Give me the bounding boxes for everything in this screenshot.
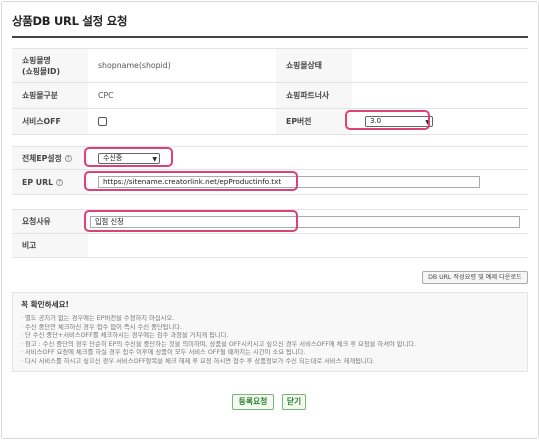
- ep-url-input[interactable]: https://sitename.creatorlink.net/epProdu…: [98, 176, 480, 188]
- notice-item: 수신 중단만 체크하신 경우 접수 없이 즉시 수신 중단됩니다.: [21, 324, 519, 333]
- title-divider: [12, 36, 528, 38]
- notice-list: 별도 공지가 없는 경우에는 EP버전을 수정하지 마십시오. 수신 중단만 체…: [21, 315, 519, 366]
- mall-name-label: 쇼핑몰명 (쇼핑몰ID): [12, 48, 88, 83]
- ep-url-label: EP URL?: [12, 169, 88, 195]
- mall-name-value: shopname(shopid): [88, 48, 276, 83]
- notice-item: 단 수신 중단+서비스OFF를 체크하시는 경우에는 검수 과정을 거치게 됩니…: [21, 332, 519, 341]
- mall-type-value: CPC: [88, 82, 276, 109]
- notice-item: 서비스OFF 요청에 체크를 하실 경우 접수 이후에 상품이 모두 서비스 O…: [21, 349, 519, 358]
- global-ep-select[interactable]: 수신중 ▼: [98, 152, 160, 164]
- chevron-down-icon: ▼: [425, 119, 430, 126]
- ep-version-select[interactable]: 3.0 ▼: [365, 116, 433, 127]
- mall-type-label: 쇼핑몰구분: [12, 82, 88, 109]
- note-label: 비고: [12, 233, 88, 258]
- partner-label: 쇼핑파트너사: [276, 82, 352, 109]
- global-ep-selected: 수신중: [103, 153, 123, 162]
- ep-settings-table: 전체EP설정? 수신중 ▼ EP URL? https://sitename.c…: [12, 146, 528, 195]
- help-icon[interactable]: ?: [56, 178, 64, 186]
- help-icon[interactable]: ?: [64, 154, 72, 162]
- close-button[interactable]: 닫기: [282, 394, 306, 410]
- notice-item: 다시 서비스를 하시고 싶으신 경우 서비스OFF항목을 체크 해제 후 요청 …: [21, 358, 519, 367]
- reason-input[interactable]: 입점 신청: [90, 215, 520, 228]
- note-field[interactable]: [88, 233, 528, 258]
- global-ep-label: 전체EP설정?: [12, 146, 88, 170]
- service-off-checkbox[interactable]: [98, 117, 107, 127]
- chevron-down-icon: ▼: [152, 155, 157, 163]
- notice-box: 꼭 확인하세요! 별도 공지가 없는 경우에는 EP버전을 수정하지 마십시오.…: [12, 292, 528, 372]
- submit-request-button[interactable]: 등록요청: [232, 394, 274, 410]
- page-title: 상품DB URL 설정 요청: [12, 14, 128, 28]
- ep-version-selected: 3.0: [370, 117, 382, 125]
- reason-label: 요청사유: [12, 209, 88, 234]
- notice-item: 참고 : 수신 중단의 경우 단순히 EP의 수신을 중단하는 것을 의미하며,…: [21, 341, 519, 350]
- shop-info-table: 쇼핑몰명 (쇼핑몰ID) shopname(shopid) 쇼핑몰상태 쇼핑몰구…: [12, 48, 528, 135]
- mall-status-value: [352, 48, 528, 83]
- notice-title: 꼭 확인하세요!: [21, 300, 70, 309]
- ep-version-label: EP버전: [276, 108, 352, 135]
- service-off-label: 서비스OFF: [12, 108, 88, 135]
- request-table: 요청사유 입점 신청 비고: [12, 209, 528, 258]
- partner-value: [352, 82, 528, 109]
- notice-item: 별도 공지가 없는 경우에는 EP버전을 수정하지 마십시오.: [21, 315, 519, 324]
- mall-status-label: 쇼핑몰상태: [276, 48, 352, 83]
- db-url-guide-button[interactable]: DB URL 작성요령 및 예제 다운로드: [422, 271, 528, 284]
